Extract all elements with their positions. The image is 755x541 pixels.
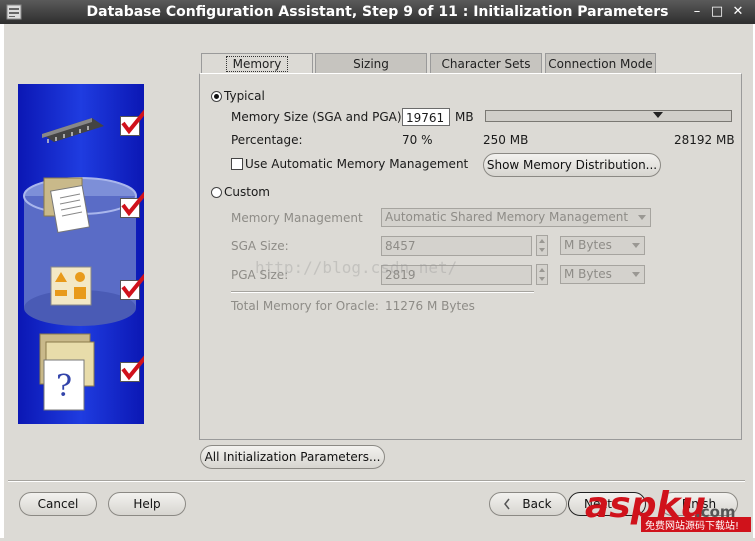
minimize-icon[interactable]: –: [689, 4, 705, 20]
memory-slider[interactable]: [485, 110, 732, 122]
step-check-storage: [120, 191, 144, 218]
documents-icon: [40, 174, 100, 237]
maximize-icon[interactable]: □: [709, 4, 725, 20]
memory-size-label: Memory Size (SGA and PGA):: [231, 110, 406, 124]
pga-unit-value: M Bytes: [564, 267, 612, 281]
show-memory-distribution-button[interactable]: Show Memory Distribution...: [483, 153, 661, 177]
tab-sizing[interactable]: Sizing: [315, 53, 427, 74]
step-check-help: [120, 355, 144, 382]
chevron-down-icon: [632, 243, 640, 248]
close-icon[interactable]: ✕: [730, 4, 746, 20]
slider-min-label: 250 MB: [483, 133, 529, 147]
memory-management-value: Automatic Shared Memory Management: [385, 210, 629, 224]
tab-memory-label: Memory: [225, 56, 289, 72]
wizard-illustration: ?: [18, 84, 144, 424]
chevron-down-icon: [638, 215, 646, 220]
memory-management-label: Memory Management: [231, 211, 363, 225]
aspku-logo: aspku .com 免费网站源码下载站!: [583, 481, 755, 538]
tab-memory[interactable]: Memory: [201, 53, 313, 75]
all-initialization-parameters-button[interactable]: All Initialization Parameters...: [200, 445, 385, 469]
slider-thumb[interactable]: [653, 112, 664, 118]
tab-connection-mode[interactable]: Connection Mode: [545, 53, 656, 74]
tab-character-sets[interactable]: Character Sets: [430, 53, 542, 74]
step-check-options: [120, 273, 144, 300]
chevron-down-icon: [632, 272, 640, 277]
slider-max-label: 28192 MB: [674, 133, 735, 147]
percentage-value: 70 %: [402, 133, 433, 147]
typical-radio[interactable]: [211, 91, 222, 102]
shapes-icon: [50, 266, 92, 309]
window-border-left: [0, 24, 4, 538]
amm-checkbox[interactable]: [231, 158, 243, 170]
help-folder-icon: ?: [36, 330, 98, 417]
total-memory-value: 11276 M Bytes: [385, 299, 475, 313]
memory-tab-panel: [199, 73, 742, 440]
memory-chip-icon: [38, 114, 108, 147]
step-check-memory: [120, 109, 144, 136]
total-memory-label: Total Memory for Oracle:: [231, 299, 379, 313]
watermark-text: http://blog.csdn.net/: [255, 258, 458, 277]
memory-size-unit: MB: [455, 110, 474, 124]
total-separator: [231, 291, 534, 293]
svg-text:?: ?: [56, 369, 72, 404]
pga-size-stepper[interactable]: [536, 264, 548, 285]
chevron-left-icon: [502, 493, 512, 522]
sga-size-input[interactable]: 8457: [381, 236, 532, 256]
sga-size-stepper[interactable]: [536, 235, 548, 256]
memory-management-select[interactable]: Automatic Shared Memory Management: [381, 208, 651, 227]
custom-label: Custom: [224, 185, 270, 199]
percentage-label: Percentage:: [231, 133, 303, 147]
window-title: Database Configuration Assistant, Step 9…: [86, 4, 669, 20]
sga-unit-select[interactable]: M Bytes: [560, 236, 645, 255]
typical-label: Typical: [224, 89, 265, 103]
pga-unit-select[interactable]: M Bytes: [560, 265, 645, 284]
sga-unit-value: M Bytes: [564, 238, 612, 252]
title-bar: Database Configuration Assistant, Step 9…: [0, 0, 755, 24]
amm-label: Use Automatic Memory Management: [245, 157, 469, 171]
back-button[interactable]: Back: [489, 492, 567, 516]
help-button[interactable]: Help: [108, 492, 186, 516]
cancel-button[interactable]: Cancel: [19, 492, 97, 516]
sga-size-label: SGA Size:: [231, 239, 289, 253]
memory-size-input[interactable]: 19761: [402, 108, 450, 126]
custom-radio[interactable]: [211, 187, 222, 198]
back-label: Back: [522, 497, 552, 511]
svg-text:免费网站源码下载站!: 免费网站源码下载站!: [645, 519, 739, 532]
